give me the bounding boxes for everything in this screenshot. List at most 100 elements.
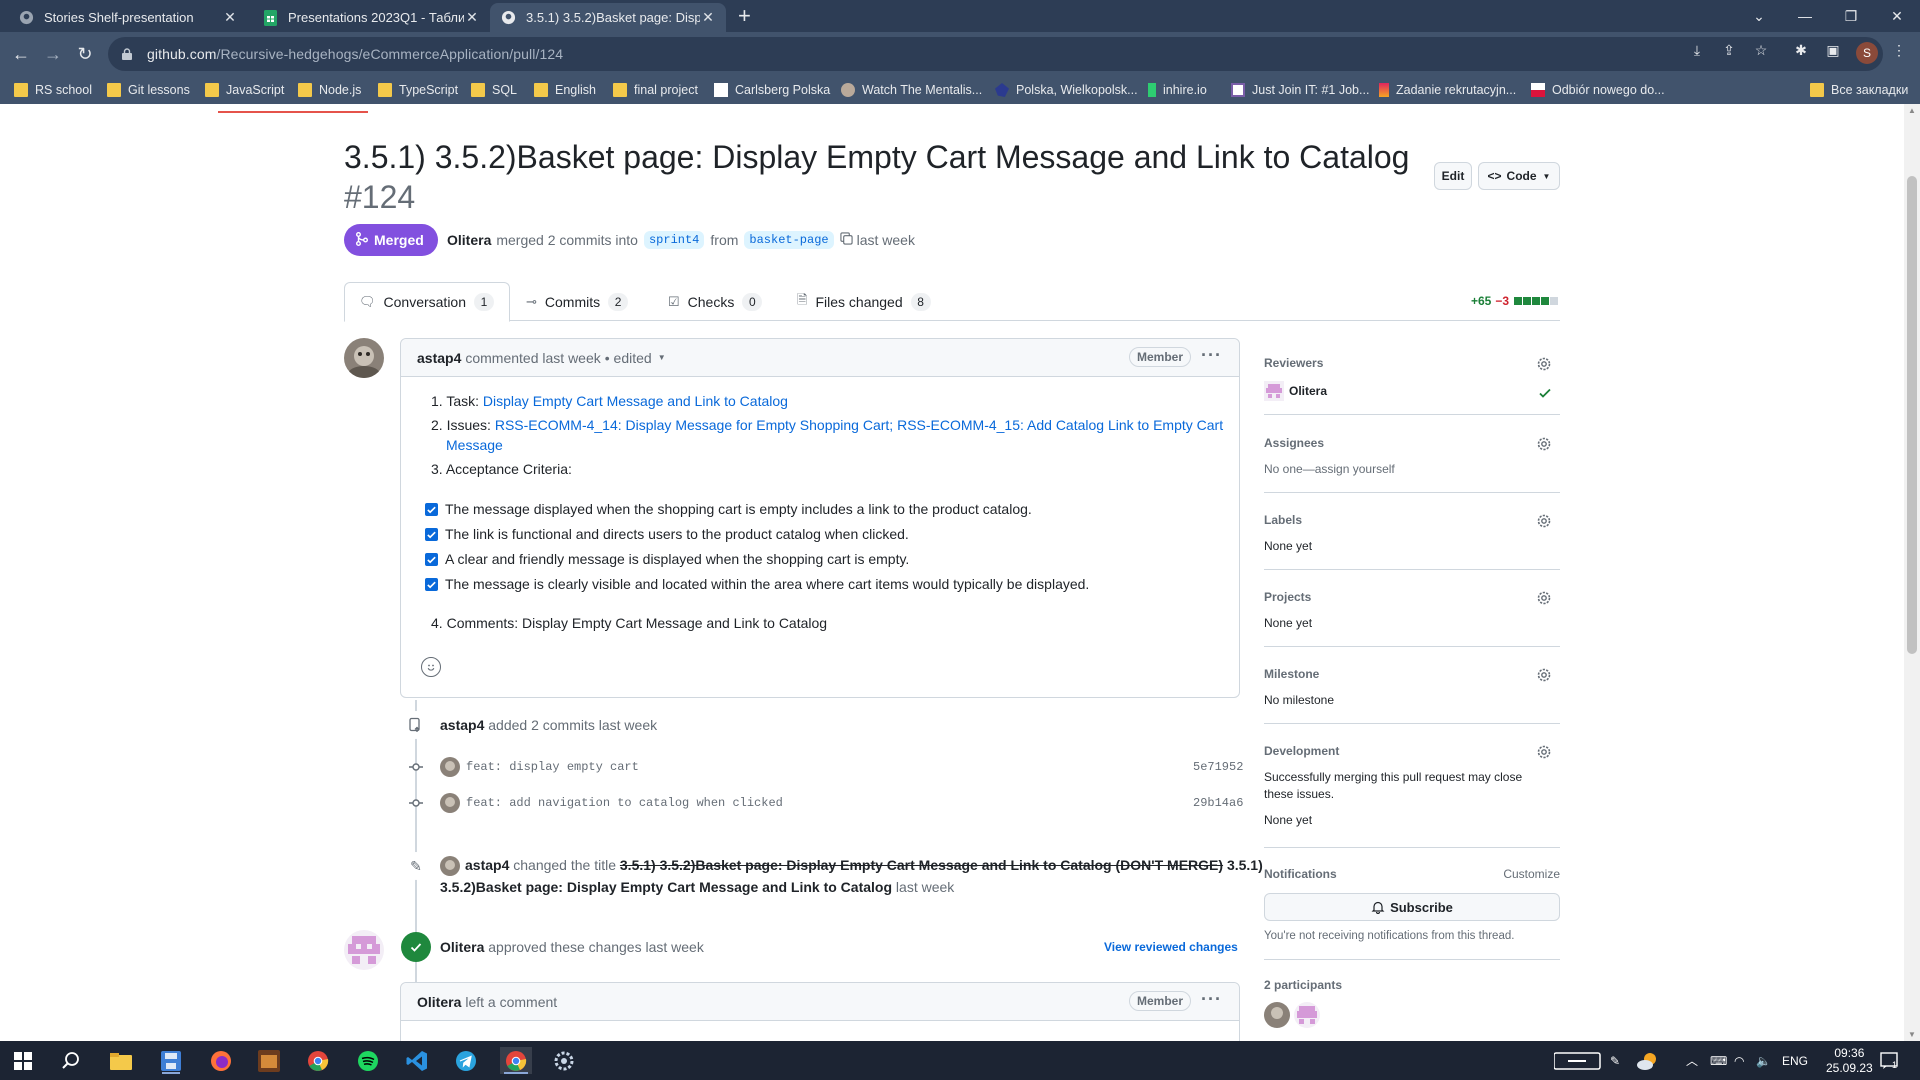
bookmark-star-icon[interactable]: ☆ — [1752, 41, 1770, 59]
side-panel-icon[interactable]: ▣ — [1824, 41, 1842, 59]
avatar[interactable] — [1264, 1002, 1290, 1028]
bookmark-link[interactable]: Watch The Mentalis... — [841, 80, 982, 100]
browser-tab-active[interactable]: 3.5.1) 3.5.2)Basket page: Display E ✕ — [490, 3, 726, 32]
commit-sha[interactable]: 5e71952 — [1193, 760, 1243, 774]
tab-files-changed[interactable]: 🗎 Files changed 8 — [783, 282, 945, 321]
gear-icon[interactable] — [1536, 513, 1552, 529]
commit-message[interactable]: feat: display empty cart — [466, 760, 639, 774]
issues-link[interactable]: Message — [446, 437, 503, 453]
reviewer-row[interactable]: Olitera — [1264, 381, 1560, 401]
checked-checkbox[interactable] — [425, 553, 438, 566]
bookmark-folder[interactable]: RS school — [14, 80, 92, 100]
bookmark-folder[interactable]: Node.js — [298, 80, 361, 100]
gear-icon[interactable] — [1536, 590, 1552, 606]
commit-sha[interactable]: 29b14a6 — [1193, 796, 1243, 810]
assign-yourself-link[interactable]: assign yourself — [1315, 462, 1395, 476]
view-reviewed-changes-link[interactable]: View reviewed changes — [1104, 940, 1238, 954]
bookmark-link[interactable]: Just Join IT: #1 Job... — [1231, 80, 1369, 100]
bookmark-folder[interactable]: English — [534, 80, 596, 100]
bookmark-link[interactable]: Polska, Wielkopolsk... — [995, 80, 1138, 100]
task-link[interactable]: Display Empty Cart Message and Link to C… — [483, 393, 788, 409]
commit-message[interactable]: feat: add navigation to catalog when cli… — [466, 796, 783, 810]
clock[interactable]: 09:36 25.09.23 — [1826, 1041, 1873, 1080]
bookmark-link[interactable]: Carlsberg Polska — [714, 80, 830, 100]
chevron-up-icon[interactable]: ︿ — [1686, 1041, 1698, 1080]
gear-icon[interactable] — [1536, 356, 1552, 372]
reload-icon[interactable]: ↻ — [73, 42, 97, 66]
scroll-up-icon[interactable]: ▲ — [1908, 106, 1916, 115]
avatar[interactable] — [440, 856, 460, 876]
all-bookmarks[interactable]: Все закладки — [1810, 80, 1908, 100]
avatar[interactable] — [440, 757, 460, 777]
bookmark-folder[interactable]: final project — [613, 80, 698, 100]
bookmark-link[interactable]: Odbiór nowego do... — [1531, 80, 1665, 100]
checked-checkbox[interactable] — [425, 528, 438, 541]
forward-icon[interactable]: → — [41, 42, 65, 66]
bookmark-folder[interactable]: JavaScript — [205, 80, 284, 100]
caret-down-icon[interactable]: ▼ — [658, 353, 666, 362]
issues-link[interactable]: RSS-ECOMM-4_14: Display Message for Empt… — [495, 417, 1223, 433]
checked-checkbox[interactable] — [425, 503, 438, 516]
close-tab-icon[interactable]: ✕ — [222, 9, 238, 26]
tab-search-icon[interactable]: ⌄ — [1736, 0, 1782, 32]
comment-author[interactable]: astap4 — [417, 350, 461, 366]
bookmark-folder[interactable]: Git lessons — [107, 80, 190, 100]
event-author[interactable]: astap4 — [465, 857, 509, 873]
extensions-icon[interactable]: ✱ — [1792, 41, 1810, 59]
file-explorer-icon[interactable] — [106, 1047, 136, 1074]
event-author[interactable]: Olitera — [440, 939, 484, 955]
minimize-icon[interactable]: — — [1782, 0, 1828, 32]
avatar[interactable] — [440, 793, 460, 813]
tab-checks[interactable]: ☑ Checks 0 — [654, 282, 776, 321]
avatar[interactable] — [1294, 1002, 1320, 1028]
chrome-icon[interactable] — [303, 1047, 333, 1074]
kebab-menu-icon[interactable]: ··· — [1201, 345, 1222, 366]
page-scrollbar[interactable]: ▲ ▼ — [1904, 104, 1920, 1041]
chrome-active-icon[interactable] — [500, 1047, 532, 1074]
keyboard-tray-icon[interactable] — [1554, 1041, 1602, 1080]
bookmark-link[interactable]: inhire.io — [1148, 80, 1207, 100]
address-bar[interactable]: github.com/Recursive-hedgehogs/eCommerce… — [108, 37, 1883, 71]
game-app-icon[interactable] — [254, 1047, 284, 1074]
event-author[interactable]: astap4 — [440, 717, 484, 733]
gear-icon[interactable] — [1536, 667, 1552, 683]
restore-icon[interactable]: ❐ — [1828, 0, 1874, 32]
save-app-icon[interactable] — [156, 1047, 186, 1074]
close-window-icon[interactable]: ✕ — [1874, 0, 1920, 32]
pen-tray-icon[interactable]: ✎ — [1610, 1041, 1620, 1080]
browser-tab[interactable]: Presentations 2023Q1 - Таблицы ✕ — [252, 3, 490, 32]
merge-author[interactable]: Olitera — [447, 232, 491, 248]
code-button[interactable]: <> Code ▼ — [1478, 162, 1560, 190]
language-indicator[interactable]: ENG — [1782, 1041, 1808, 1080]
head-branch[interactable]: basket-page — [744, 231, 834, 249]
notifications-icon[interactable]: 1 — [1880, 1041, 1898, 1080]
scroll-thumb[interactable] — [1907, 176, 1917, 654]
comment-author[interactable]: Olitera — [417, 994, 461, 1010]
share-icon[interactable]: ⇪ — [1720, 41, 1738, 59]
edit-button[interactable]: Edit — [1434, 162, 1472, 190]
close-tab-icon[interactable]: ✕ — [700, 9, 716, 26]
gear-icon[interactable] — [1536, 436, 1552, 452]
gear-app-icon[interactable] — [549, 1047, 579, 1074]
bookmark-folder[interactable]: SQL — [471, 80, 517, 100]
subscribe-button[interactable]: Subscribe — [1264, 893, 1560, 921]
tab-commits[interactable]: ⊸ Commits 2 — [512, 282, 642, 321]
tab-conversation[interactable]: 🗨 Conversation 1 — [344, 282, 510, 322]
weather-icon[interactable] — [1636, 1041, 1660, 1080]
profile-avatar[interactable]: S — [1856, 42, 1878, 64]
avatar[interactable] — [344, 338, 384, 378]
new-tab-button[interactable]: + — [738, 4, 751, 28]
checked-checkbox[interactable] — [425, 578, 438, 591]
gear-icon[interactable] — [1536, 744, 1552, 760]
windows-start-icon[interactable] — [8, 1047, 38, 1074]
bookmark-link[interactable]: Zadanie rekrutacyjn... — [1379, 80, 1516, 100]
customize-link[interactable]: Customize — [1503, 867, 1560, 881]
add-reaction-icon[interactable] — [421, 657, 441, 677]
browser-tab[interactable]: Stories Shelf-presentation ✕ — [8, 3, 248, 32]
telegram-icon[interactable] — [451, 1047, 481, 1074]
close-tab-icon[interactable]: ✕ — [464, 9, 480, 26]
ime-icon[interactable]: ⌨ — [1710, 1041, 1727, 1080]
vscode-icon[interactable] — [402, 1047, 432, 1074]
avatar[interactable] — [344, 930, 384, 970]
scroll-down-icon[interactable]: ▼ — [1908, 1030, 1916, 1039]
